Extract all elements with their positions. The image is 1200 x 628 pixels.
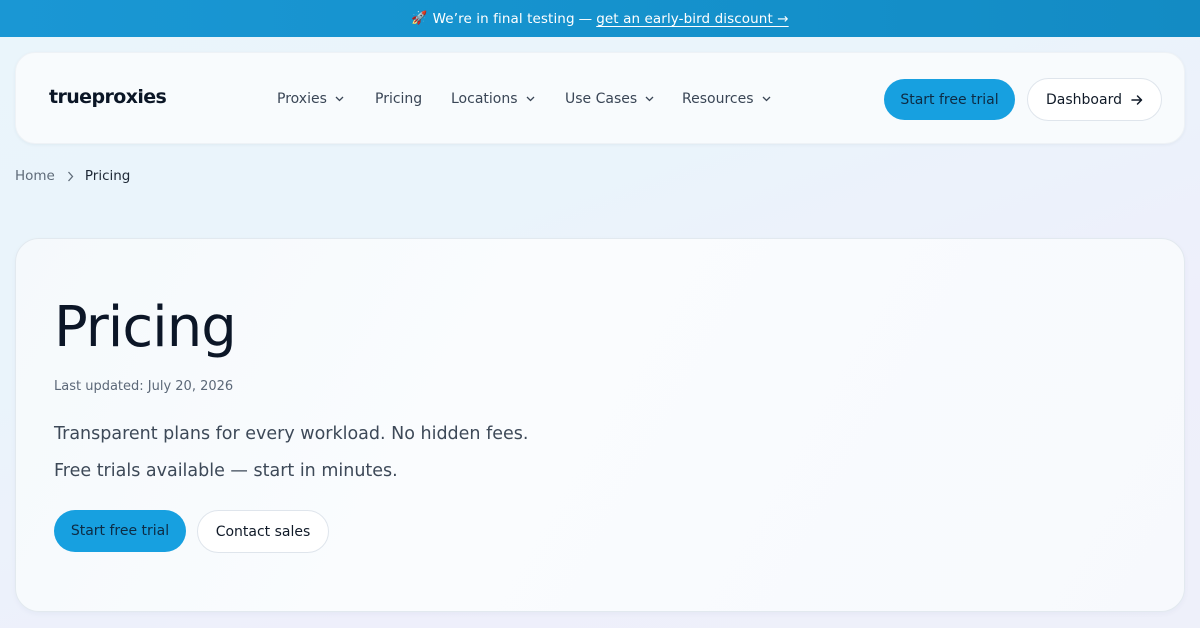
nav-use-cases-label: Use Cases <box>565 91 638 107</box>
announcement-banner: 🚀 We’re in final testing — get an early-… <box>0 0 1200 37</box>
last-updated-text: Last updated: July 20, 2026 <box>54 379 234 394</box>
nav-resources[interactable]: Resources <box>682 91 771 107</box>
hero-start-free-trial-button[interactable]: Start free trial <box>54 510 186 552</box>
breadcrumb: Home Pricing <box>15 168 130 184</box>
banner-text: We’re in final testing <box>432 10 575 27</box>
hero-subdescription: Free trials available — start in minutes… <box>54 461 398 481</box>
contact-sales-button[interactable]: Contact sales <box>197 510 329 553</box>
chevron-down-icon <box>335 96 344 102</box>
nav-pricing[interactable]: Pricing <box>375 91 422 107</box>
nav-proxies-label: Proxies <box>277 91 327 107</box>
trueproxies-logo[interactable]: trueproxies <box>49 86 167 108</box>
pricing-hero: Pricing Last updated: July 20, 2026 Tran… <box>15 238 1185 612</box>
nav-proxies[interactable]: Proxies <box>277 91 344 107</box>
page-title: Pricing <box>54 295 237 360</box>
site-header: trueproxies Proxies Pricing Locations Us… <box>15 52 1185 144</box>
banner-separator: — <box>578 10 593 27</box>
dashboard-button[interactable]: Dashboard <box>1027 78 1162 121</box>
chevron-right-icon <box>67 171 74 181</box>
hero-description: Transparent plans for every workload. No… <box>54 424 529 444</box>
chevron-down-icon <box>762 96 770 102</box>
rocket-icon: 🚀 <box>411 11 428 26</box>
arrow-right-icon <box>1131 94 1143 105</box>
breadcrumb-home-link[interactable]: Home <box>15 168 55 184</box>
nav-pricing-label: Pricing <box>375 91 423 107</box>
early-bird-discount-link[interactable]: get an early-bird discount → <box>596 11 788 27</box>
chevron-down-icon <box>526 96 534 102</box>
chevron-down-icon <box>645 96 654 102</box>
nav-use-cases[interactable]: Use Cases <box>565 91 654 107</box>
dashboard-button-label: Dashboard <box>1046 91 1122 108</box>
start-free-trial-button[interactable]: Start free trial <box>884 79 1015 120</box>
nav-locations[interactable]: Locations <box>451 91 535 107</box>
nav-locations-label: Locations <box>451 91 518 107</box>
nav-resources-label: Resources <box>682 91 754 107</box>
breadcrumb-current: Pricing <box>84 168 131 184</box>
